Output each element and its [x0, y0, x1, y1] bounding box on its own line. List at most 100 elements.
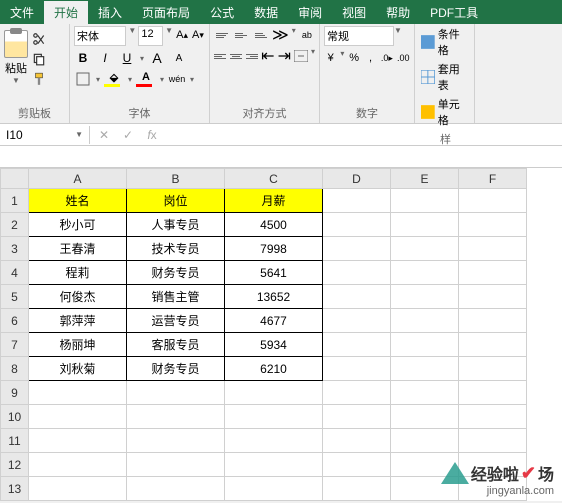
- conditional-format-button[interactable]: 条件格: [421, 26, 470, 58]
- cell[interactable]: 7998: [225, 237, 323, 261]
- font-color-button[interactable]: A: [136, 71, 156, 87]
- tab-formulas[interactable]: 公式: [200, 1, 244, 24]
- row-header[interactable]: 13: [1, 477, 29, 501]
- font-name-select[interactable]: 宋体: [74, 26, 126, 46]
- row-header[interactable]: 5: [1, 285, 29, 309]
- row-header[interactable]: 8: [1, 357, 29, 381]
- cell[interactable]: 财务专员: [127, 261, 225, 285]
- number-group: 常规 ▼ ¥ ▾ % , .0▸ .00 数字: [320, 24, 415, 123]
- cell[interactable]: 5934: [225, 333, 323, 357]
- align-right-button[interactable]: [245, 47, 258, 65]
- tab-pdf[interactable]: PDF工具: [420, 1, 488, 24]
- row-header[interactable]: 9: [1, 381, 29, 405]
- font-big-a[interactable]: A: [148, 49, 166, 67]
- orientation-button[interactable]: ≫: [272, 26, 289, 44]
- row-header[interactable]: 7: [1, 333, 29, 357]
- cell-styles-button[interactable]: 单元格: [421, 96, 470, 128]
- cell[interactable]: 运营专员: [127, 309, 225, 333]
- cell[interactable]: 4677: [225, 309, 323, 333]
- tab-help[interactable]: 帮助: [376, 1, 420, 24]
- border-button[interactable]: [74, 70, 92, 88]
- table-header[interactable]: 月薪: [225, 189, 323, 213]
- spreadsheet: A B C D E F 1 姓名 岗位 月薪 2秒小可人事专员4500 3王春清…: [0, 168, 562, 501]
- cell[interactable]: 程莉: [29, 261, 127, 285]
- row-header[interactable]: 6: [1, 309, 29, 333]
- cell[interactable]: 人事专员: [127, 213, 225, 237]
- col-header-d[interactable]: D: [323, 169, 391, 189]
- underline-button[interactable]: U: [118, 49, 136, 67]
- tab-insert[interactable]: 插入: [88, 1, 132, 24]
- ribbon-tabs: 文件 开始 插入 页面布局 公式 数据 审阅 视图 帮助 PDF工具: [0, 0, 562, 24]
- cell[interactable]: 6210: [225, 357, 323, 381]
- col-header-c[interactable]: C: [225, 169, 323, 189]
- confirm-formula-icon[interactable]: ✓: [118, 126, 138, 144]
- cell[interactable]: 13652: [225, 285, 323, 309]
- indent-decrease-button[interactable]: ⇤: [261, 47, 274, 65]
- row-header[interactable]: 4: [1, 261, 29, 285]
- copy-icon[interactable]: [30, 50, 48, 68]
- tab-pagelayout[interactable]: 页面布局: [132, 1, 200, 24]
- align-middle-button[interactable]: [233, 26, 249, 44]
- name-box[interactable]: I10 ▼: [0, 126, 90, 144]
- col-header-b[interactable]: B: [127, 169, 225, 189]
- phonetic-button[interactable]: wén: [168, 70, 186, 88]
- wrap-text-button[interactable]: ab: [299, 26, 315, 44]
- align-bottom-button[interactable]: [253, 26, 269, 44]
- comma-button[interactable]: ,: [364, 49, 377, 67]
- increase-font-icon[interactable]: A▴: [175, 26, 189, 44]
- align-left-button[interactable]: [214, 47, 227, 65]
- cell[interactable]: 销售主管: [127, 285, 225, 309]
- col-header-a[interactable]: A: [29, 169, 127, 189]
- bold-button[interactable]: B: [74, 49, 92, 67]
- cell[interactable]: 何俊杰: [29, 285, 127, 309]
- row-header[interactable]: 12: [1, 453, 29, 477]
- paste-button[interactable]: 粘贴 ▼: [4, 30, 28, 88]
- italic-button[interactable]: I: [96, 49, 114, 67]
- tab-home[interactable]: 开始: [44, 1, 88, 24]
- decrease-font-icon[interactable]: A▾: [191, 26, 205, 44]
- tab-file[interactable]: 文件: [0, 1, 44, 24]
- col-header-f[interactable]: F: [459, 169, 527, 189]
- table-header[interactable]: 岗位: [127, 189, 225, 213]
- fx-icon[interactable]: fx: [142, 126, 162, 144]
- decrease-decimal-button[interactable]: .00: [397, 49, 410, 67]
- grid[interactable]: A B C D E F 1 姓名 岗位 月薪 2秒小可人事专员4500 3王春清…: [0, 168, 527, 501]
- cell[interactable]: 郭萍萍: [29, 309, 127, 333]
- row-header[interactable]: 10: [1, 405, 29, 429]
- font-size-select[interactable]: 12: [138, 26, 163, 46]
- tab-view[interactable]: 视图: [332, 1, 376, 24]
- number-format-select[interactable]: 常规: [324, 26, 394, 46]
- cell[interactable]: 5641: [225, 261, 323, 285]
- formula-input[interactable]: [166, 133, 562, 137]
- increase-decimal-button[interactable]: .0▸: [380, 49, 393, 67]
- table-format-button[interactable]: 套用表: [421, 61, 470, 93]
- row-header[interactable]: 3: [1, 237, 29, 261]
- cell[interactable]: 秒小可: [29, 213, 127, 237]
- cell[interactable]: 客服专员: [127, 333, 225, 357]
- align-center-button[interactable]: [230, 47, 243, 65]
- indent-increase-button[interactable]: ⇥: [278, 47, 291, 65]
- currency-button[interactable]: ¥: [324, 49, 337, 67]
- percent-button[interactable]: %: [347, 49, 360, 67]
- cut-icon[interactable]: [30, 30, 48, 48]
- cell[interactable]: 王春清: [29, 237, 127, 261]
- cell[interactable]: 财务专员: [127, 357, 225, 381]
- cell[interactable]: 杨丽坤: [29, 333, 127, 357]
- tab-data[interactable]: 数据: [244, 1, 288, 24]
- merge-button[interactable]: [294, 47, 308, 65]
- row-header[interactable]: 1: [1, 189, 29, 213]
- col-header-e[interactable]: E: [391, 169, 459, 189]
- row-header[interactable]: 11: [1, 429, 29, 453]
- cell[interactable]: 技术专员: [127, 237, 225, 261]
- format-painter-icon[interactable]: [30, 70, 48, 88]
- cell[interactable]: 4500: [225, 213, 323, 237]
- cancel-formula-icon[interactable]: ✕: [94, 126, 114, 144]
- table-header[interactable]: 姓名: [29, 189, 127, 213]
- tab-review[interactable]: 审阅: [288, 1, 332, 24]
- select-all-corner[interactable]: [1, 169, 29, 189]
- font-small-a[interactable]: A: [170, 49, 188, 67]
- cell[interactable]: 刘秋菊: [29, 357, 127, 381]
- align-top-button[interactable]: [214, 26, 230, 44]
- fill-color-button[interactable]: ⬙: [104, 71, 124, 87]
- row-header[interactable]: 2: [1, 213, 29, 237]
